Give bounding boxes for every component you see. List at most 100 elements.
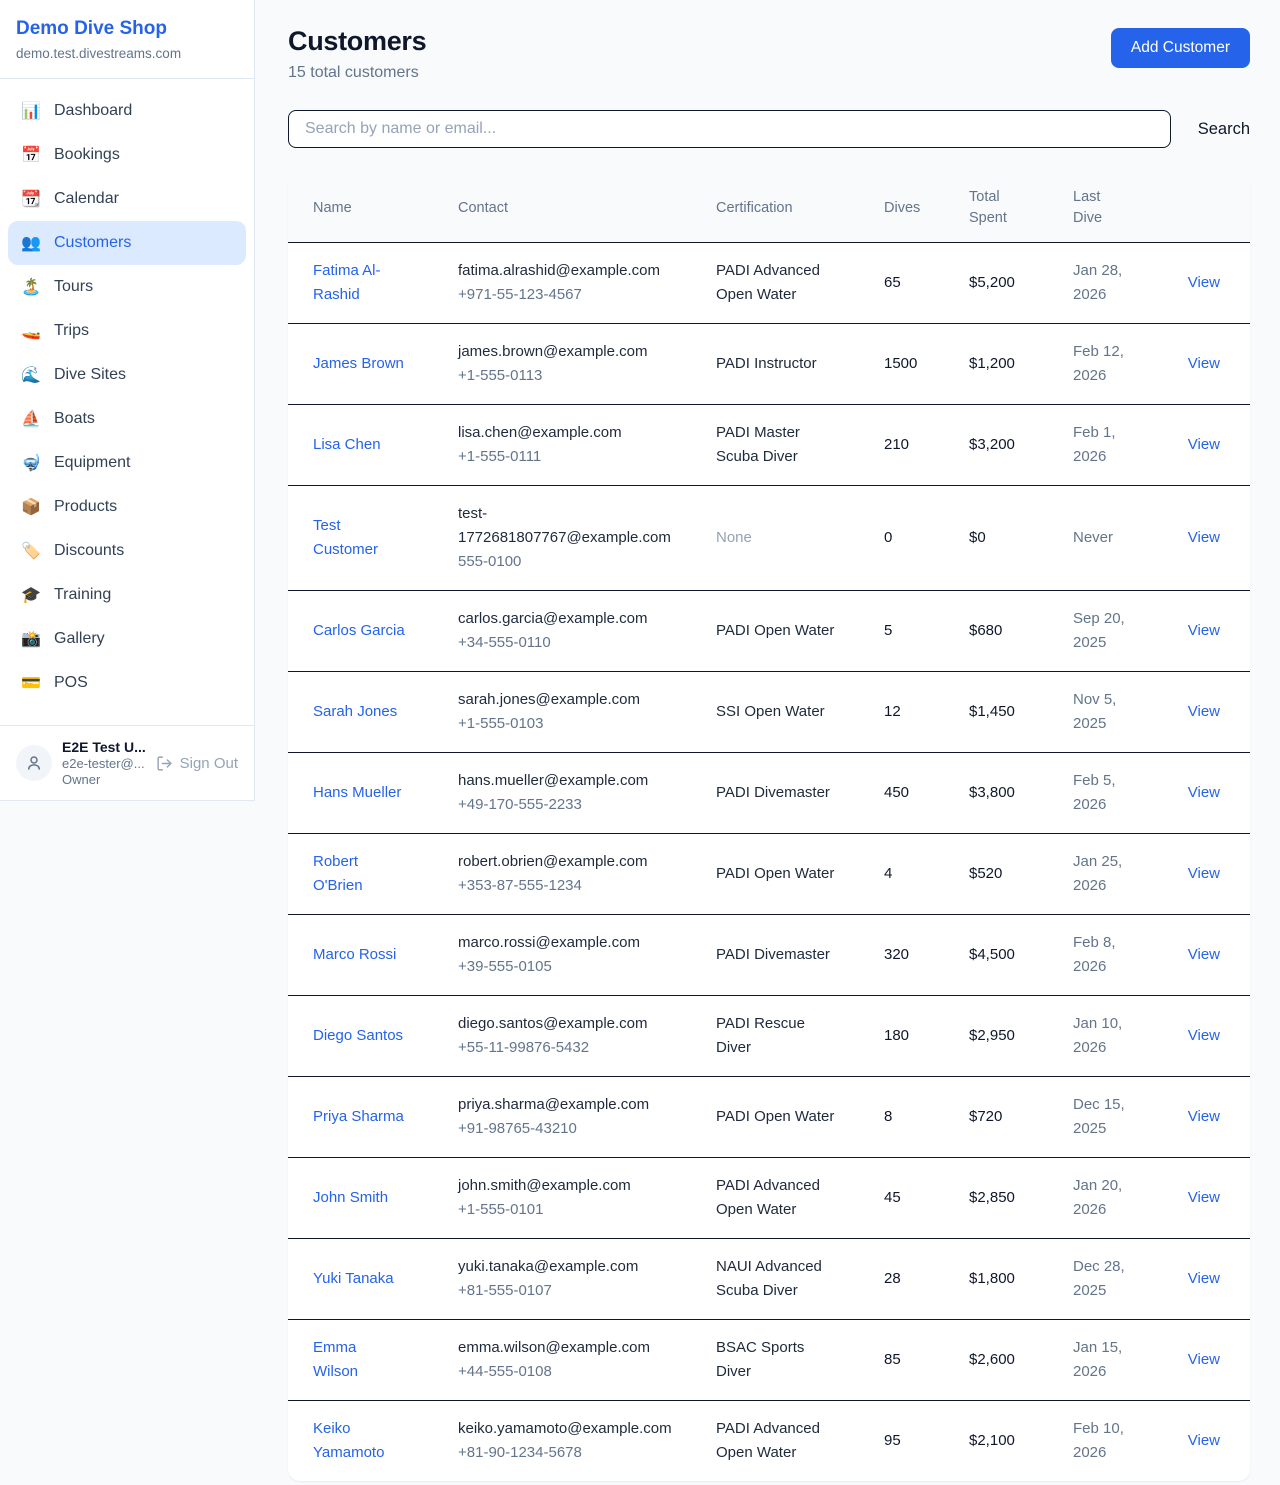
table-row: Diego Santos diego.santos@example.com +5…: [288, 996, 1250, 1077]
customer-name-link[interactable]: Keiko Yamamoto: [313, 1417, 405, 1465]
customer-phone: +1-555-0113: [458, 364, 684, 388]
sidebar-item-boats[interactable]: ⛵ Boats: [8, 397, 246, 441]
customer-email: emma.wilson@example.com: [458, 1336, 673, 1360]
customer-name-link[interactable]: Lisa Chen: [313, 433, 381, 457]
main-content: Customers 15 total customers Add Custome…: [255, 0, 1280, 1485]
customer-name-link[interactable]: Priya Sharma: [313, 1105, 404, 1129]
page-title: Customers: [288, 26, 426, 57]
sidebar-header: Demo Dive Shop demo.test.divestreams.com: [0, 0, 254, 79]
customer-name-link[interactable]: Emma Wilson: [313, 1336, 405, 1384]
customer-phone: +39-555-0105: [458, 955, 684, 979]
customer-total-spent: $4,500: [953, 915, 1057, 996]
view-customer-link[interactable]: View: [1188, 355, 1220, 372]
customer-name-link[interactable]: Hans Mueller: [313, 781, 401, 805]
table-row: Fatima Al-Rashid fatima.alrashid@example…: [288, 243, 1250, 324]
dive-sites-icon: 🌊: [21, 365, 41, 385]
customer-certification: PADI Advanced Open Water: [716, 1417, 838, 1465]
table-row: Emma Wilson emma.wilson@example.com +44-…: [288, 1320, 1250, 1401]
customer-name-link[interactable]: Robert O'Brien: [313, 850, 405, 898]
view-customer-link[interactable]: View: [1188, 703, 1220, 720]
table-row: James Brown james.brown@example.com +1-5…: [288, 324, 1250, 405]
search-button[interactable]: Search: [1198, 120, 1250, 139]
customer-certification: PADI Divemaster: [716, 943, 830, 967]
sidebar-item-pos[interactable]: 💳 POS: [8, 661, 246, 705]
customer-dives: 65: [868, 243, 953, 324]
customer-dives: 1500: [868, 324, 953, 405]
view-customer-link[interactable]: View: [1188, 1189, 1220, 1206]
customer-dives: 95: [868, 1401, 953, 1482]
view-customer-link[interactable]: View: [1188, 1108, 1220, 1125]
view-customer-link[interactable]: View: [1188, 274, 1220, 291]
table-row: Yuki Tanaka yuki.tanaka@example.com +81-…: [288, 1239, 1250, 1320]
view-customer-link[interactable]: View: [1188, 1270, 1220, 1287]
table-row: Carlos Garcia carlos.garcia@example.com …: [288, 591, 1250, 672]
sidebar-item-dashboard[interactable]: 📊 Dashboard: [8, 89, 246, 133]
customer-name-link[interactable]: Yuki Tanaka: [313, 1267, 394, 1291]
customer-table-body: Fatima Al-Rashid fatima.alrashid@example…: [288, 243, 1250, 1482]
customer-name-link[interactable]: Diego Santos: [313, 1024, 403, 1048]
customer-email: diego.santos@example.com: [458, 1012, 673, 1036]
sidebar-item-calendar[interactable]: 📆 Calendar: [8, 177, 246, 221]
customer-total-spent: $720: [953, 1077, 1057, 1158]
search-input[interactable]: [288, 110, 1171, 148]
customer-email: john.smith@example.com: [458, 1174, 673, 1198]
table-row: Marco Rossi marco.rossi@example.com +39-…: [288, 915, 1250, 996]
view-customer-link[interactable]: View: [1188, 436, 1220, 453]
sidebar-item-bookings[interactable]: 📅 Bookings: [8, 133, 246, 177]
sidebar-item-products[interactable]: 📦 Products: [8, 485, 246, 529]
customer-phone: +81-555-0107: [458, 1279, 684, 1303]
customer-name-link[interactable]: James Brown: [313, 352, 404, 376]
customer-dives: 4: [868, 834, 953, 915]
customer-email: test-1772681807767@example.com: [458, 502, 673, 550]
sidebar-item-tours[interactable]: 🏝️ Tours: [8, 265, 246, 309]
customer-total-spent: $2,600: [953, 1320, 1057, 1401]
customer-phone: +49-170-555-2233: [458, 793, 684, 817]
column-header-contact: Contact: [442, 174, 700, 243]
sidebar-item-trips[interactable]: 🚤 Trips: [8, 309, 246, 353]
customer-certification: PADI Master Scuba Diver: [716, 421, 838, 469]
customer-email: sarah.jones@example.com: [458, 688, 673, 712]
customer-email: keiko.yamamoto@example.com: [458, 1417, 673, 1441]
sign-out-label: Sign Out: [180, 755, 238, 772]
sign-out-button[interactable]: Sign Out: [156, 755, 238, 772]
customer-total-spent: $3,800: [953, 753, 1057, 834]
avatar: [16, 745, 52, 781]
customer-dives: 320: [868, 915, 953, 996]
customer-certification: PADI Divemaster: [716, 781, 830, 805]
customer-phone: +1-555-0101: [458, 1198, 684, 1222]
user-email: e2e-tester@...: [62, 756, 146, 771]
pos-icon: 💳: [21, 673, 41, 693]
customer-name-link[interactable]: Carlos Garcia: [313, 619, 405, 643]
customer-name-link[interactable]: Test Customer: [313, 514, 405, 562]
customer-name-link[interactable]: Marco Rossi: [313, 943, 396, 967]
customer-dives: 12: [868, 672, 953, 753]
sidebar-item-training[interactable]: 🎓 Training: [8, 573, 246, 617]
customer-name-link[interactable]: John Smith: [313, 1186, 388, 1210]
sidebar-item-gallery[interactable]: 📸 Gallery: [8, 617, 246, 661]
view-customer-link[interactable]: View: [1188, 1432, 1220, 1449]
view-customer-link[interactable]: View: [1188, 529, 1220, 546]
customer-name-link[interactable]: Fatima Al-Rashid: [313, 259, 405, 307]
view-customer-link[interactable]: View: [1188, 946, 1220, 963]
view-customer-link[interactable]: View: [1188, 1027, 1220, 1044]
sidebar-item-equipment[interactable]: 🤿 Equipment: [8, 441, 246, 485]
trips-icon: 🚤: [21, 321, 41, 341]
customer-certification: PADI Rescue Diver: [716, 1012, 838, 1060]
bookings-icon: 📅: [21, 145, 41, 165]
customer-last-dive: Nov 5, 2025: [1073, 688, 1131, 736]
discounts-icon: 🏷️: [21, 541, 41, 561]
view-customer-link[interactable]: View: [1188, 622, 1220, 639]
view-customer-link[interactable]: View: [1188, 865, 1220, 882]
sidebar-item-customers[interactable]: 👥 Customers: [8, 221, 246, 265]
add-customer-button[interactable]: Add Customer: [1111, 28, 1250, 68]
view-customer-link[interactable]: View: [1188, 784, 1220, 801]
customer-total-spent: $2,850: [953, 1158, 1057, 1239]
sidebar-item-dive-sites[interactable]: 🌊 Dive Sites: [8, 353, 246, 397]
view-customer-link[interactable]: View: [1188, 1351, 1220, 1368]
customer-total-spent: $1,800: [953, 1239, 1057, 1320]
customer-dives: 450: [868, 753, 953, 834]
customer-name-link[interactable]: Sarah Jones: [313, 700, 397, 724]
customer-certification: SSI Open Water: [716, 700, 825, 724]
sidebar-item-discounts[interactable]: 🏷️ Discounts: [8, 529, 246, 573]
column-header-last-dive: Last Dive: [1057, 174, 1149, 243]
